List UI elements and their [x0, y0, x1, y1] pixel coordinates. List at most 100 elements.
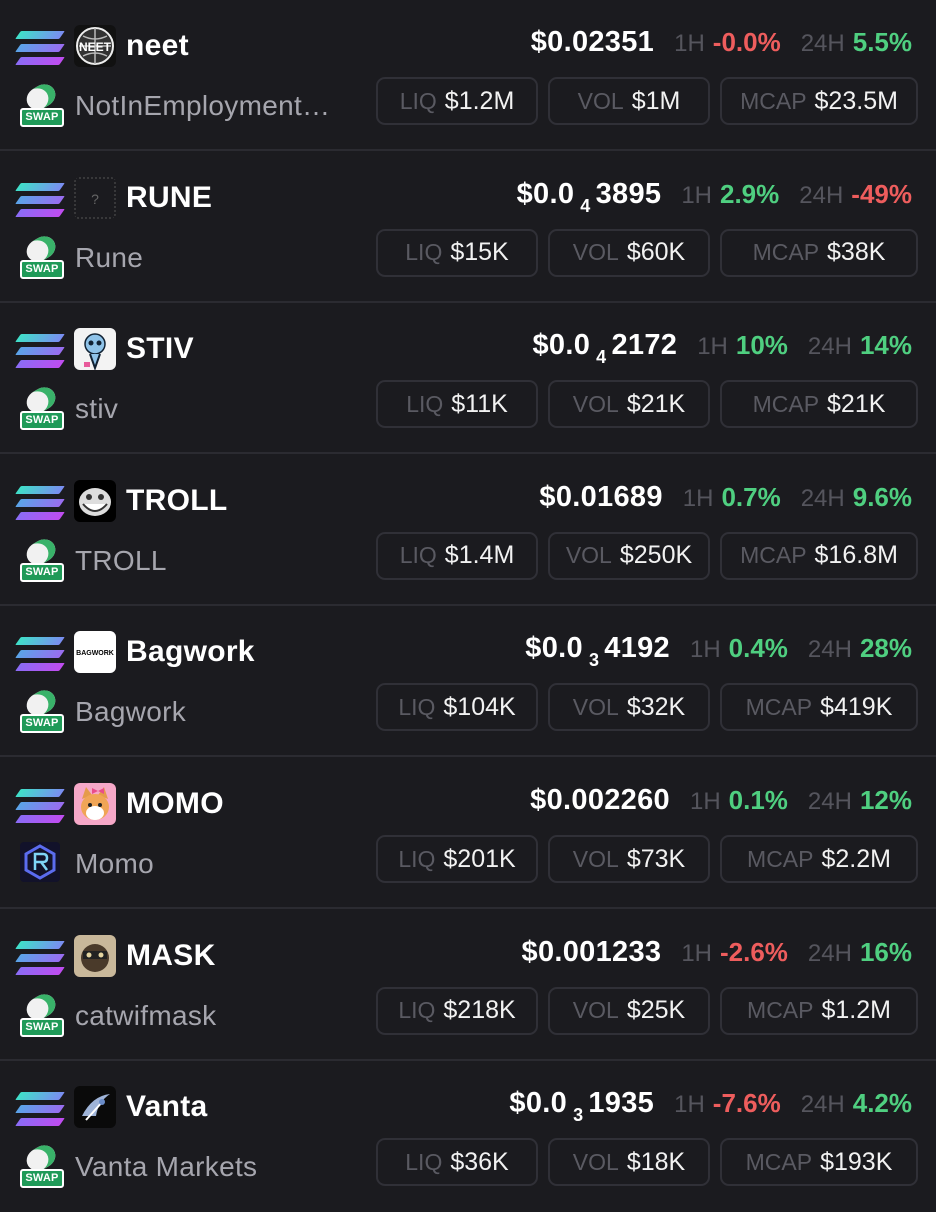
change-1h-value: -7.6%: [712, 1088, 781, 1119]
token-name: TROLL: [75, 544, 167, 576]
token-price: $0.0 3 1935: [509, 1087, 655, 1126]
price-line: $0.0 3 1935 1H -7.6% 24H 4.2%: [509, 1087, 912, 1127]
swap-label: SWAP: [20, 562, 64, 582]
price-line: $0.001233 1H -2.6% 24H 16%: [522, 936, 912, 976]
token-price: $0.001233: [521, 935, 662, 968]
liq-value: $104K: [443, 692, 516, 721]
token-name: Momo: [75, 848, 154, 879]
vol-value: $73K: [626, 844, 686, 873]
token-row[interactable]: ? RUNE SWAP Rune $0.0 4 3895 1H 2.9% 24H -…: [0, 152, 936, 303]
mcap-value: $16.8M: [814, 541, 898, 570]
vol-value: $18K: [626, 1147, 686, 1176]
change-1h-value: -2.6%: [720, 936, 788, 967]
volume-box: VOL $25K: [548, 986, 710, 1035]
vol-value: $1M: [631, 86, 681, 115]
token-list: NEET neet SWAP NotInEmployment… $0.02351…: [0, 0, 936, 1200]
swap-icon: SWAP: [18, 686, 64, 734]
liquidity-box: LIQ $1.4M: [376, 531, 538, 580]
token-name: Rune: [75, 241, 144, 273]
change-1h-label: 1H: [689, 788, 721, 815]
liq-label: LIQ: [398, 693, 436, 720]
token-price: $0.0 4 3895: [516, 177, 662, 216]
solana-icon: [15, 940, 65, 975]
change-24h-label: 24H: [800, 484, 845, 512]
token-row[interactable]: STIV SWAP stiv $0.0 4 2172 1H 10% 24H 14% …: [0, 303, 936, 455]
change-24h-label: 24H: [807, 788, 852, 815]
token-symbol: Bagwork: [126, 635, 255, 669]
swap-label: SWAP: [20, 1169, 64, 1189]
liquidity-box: LIQ $1.2M: [376, 77, 538, 125]
mcap-label: MCAP: [752, 239, 820, 266]
token-avatar: [74, 1086, 116, 1129]
token-name: catwifmask: [75, 999, 217, 1031]
token-row[interactable]: NEET neet SWAP NotInEmployment… $0.02351…: [0, 0, 936, 151]
token-symbol: MOMO: [126, 787, 224, 820]
mcap-label: MCAP: [745, 693, 813, 720]
volume-box: VOL $1M: [548, 77, 710, 125]
change-24h-label: 24H: [807, 333, 852, 361]
token-name: stiv: [75, 393, 119, 425]
token-price: $0.01689: [539, 480, 663, 513]
price-line: $0.01689 1H 0.7% 24H 9.6%: [539, 481, 912, 521]
vol-value: $60K: [626, 238, 686, 267]
change-1h-label: 1H: [682, 484, 714, 512]
swap-label: SWAP: [20, 108, 64, 127]
token-price: $0.0 3 4192: [525, 632, 670, 671]
change-24h-value: 12%: [859, 785, 912, 815]
change-24h-value: 5.5%: [852, 27, 912, 57]
liq-label: LIQ: [398, 845, 436, 872]
liq-value: $15K: [450, 238, 509, 267]
mcap-box: MCAP $23.5M: [720, 77, 918, 125]
liq-label: LIQ: [399, 542, 437, 569]
solana-icon: [15, 334, 65, 369]
price-line: $0.002260 1H 0.1% 24H 12%: [530, 784, 912, 824]
token-price: $0.002260: [530, 784, 670, 816]
token-row[interactable]: TROLL SWAP TROLL $0.01689 1H 0.7% 24H 9.…: [0, 455, 936, 606]
vol-label: VOL: [572, 693, 619, 720]
mcap-label: MCAP: [747, 997, 814, 1024]
solana-icon: [15, 637, 65, 672]
solana-icon: [15, 182, 65, 217]
avatar-text: BAGWORK: [76, 650, 114, 657]
volume-box: VOL $250K: [548, 531, 710, 580]
change-1h-value: 0.4%: [728, 633, 788, 664]
mcap-label: MCAP: [752, 390, 820, 417]
mcap-value: $23.5M: [814, 86, 898, 115]
swap-icon: SWAP: [18, 79, 64, 127]
mcap-box: MCAP $419K: [720, 683, 918, 732]
mcap-value: $38K: [827, 238, 886, 267]
token-avatar: [74, 328, 116, 371]
volume-box: VOL $73K: [548, 835, 710, 883]
token-row[interactable]: Vanta SWAP Vanta Markets $0.0 3 1935 1H -7…: [0, 1061, 936, 1212]
token-row[interactable]: BAGWORK Bagwork SWAP Bagwork $0.0 3 4192 1…: [0, 606, 936, 758]
mcap-label: MCAP: [740, 87, 807, 114]
volume-box: VOL $60K: [548, 228, 710, 277]
liquidity-box: LIQ $15K: [376, 228, 538, 277]
mcap-value: $419K: [820, 692, 893, 721]
mcap-box: MCAP $16.8M: [720, 531, 918, 580]
token-symbol: neet: [126, 29, 189, 62]
change-1h-value: 0.1%: [728, 785, 788, 815]
vol-label: VOL: [565, 542, 612, 569]
token-symbol: STIV: [126, 332, 194, 366]
solana-icon: [15, 1092, 65, 1127]
vol-value: $21K: [626, 389, 686, 418]
avatar-text: NEET: [79, 40, 112, 54]
change-1h-value: 10%: [735, 330, 788, 361]
raydium-icon: [20, 842, 60, 882]
token-row[interactable]: MOMO Momo $0.002260 1H 0.1% 24H 12% LIQ …: [0, 758, 936, 909]
volume-box: VOL $21K: [548, 380, 710, 429]
token-avatar: [74, 934, 116, 977]
token-name: Vanta Markets: [75, 1151, 258, 1183]
token-name: NotInEmployment…: [75, 90, 331, 121]
change-24h-label: 24H: [807, 939, 852, 967]
mcap-value: $193K: [820, 1147, 893, 1176]
liq-label: LIQ: [405, 239, 443, 266]
liquidity-box: LIQ $201K: [376, 835, 538, 883]
volume-box: VOL $18K: [548, 1138, 710, 1187]
token-row[interactable]: MASK SWAP catwifmask $0.001233 1H -2.6% …: [0, 910, 936, 1061]
volume-box: VOL $32K: [548, 683, 710, 732]
swap-label: SWAP: [20, 1017, 64, 1037]
token-avatar: ?: [74, 177, 116, 219]
price-line: $0.0 4 2172 1H 10% 24H 14%: [533, 329, 913, 369]
